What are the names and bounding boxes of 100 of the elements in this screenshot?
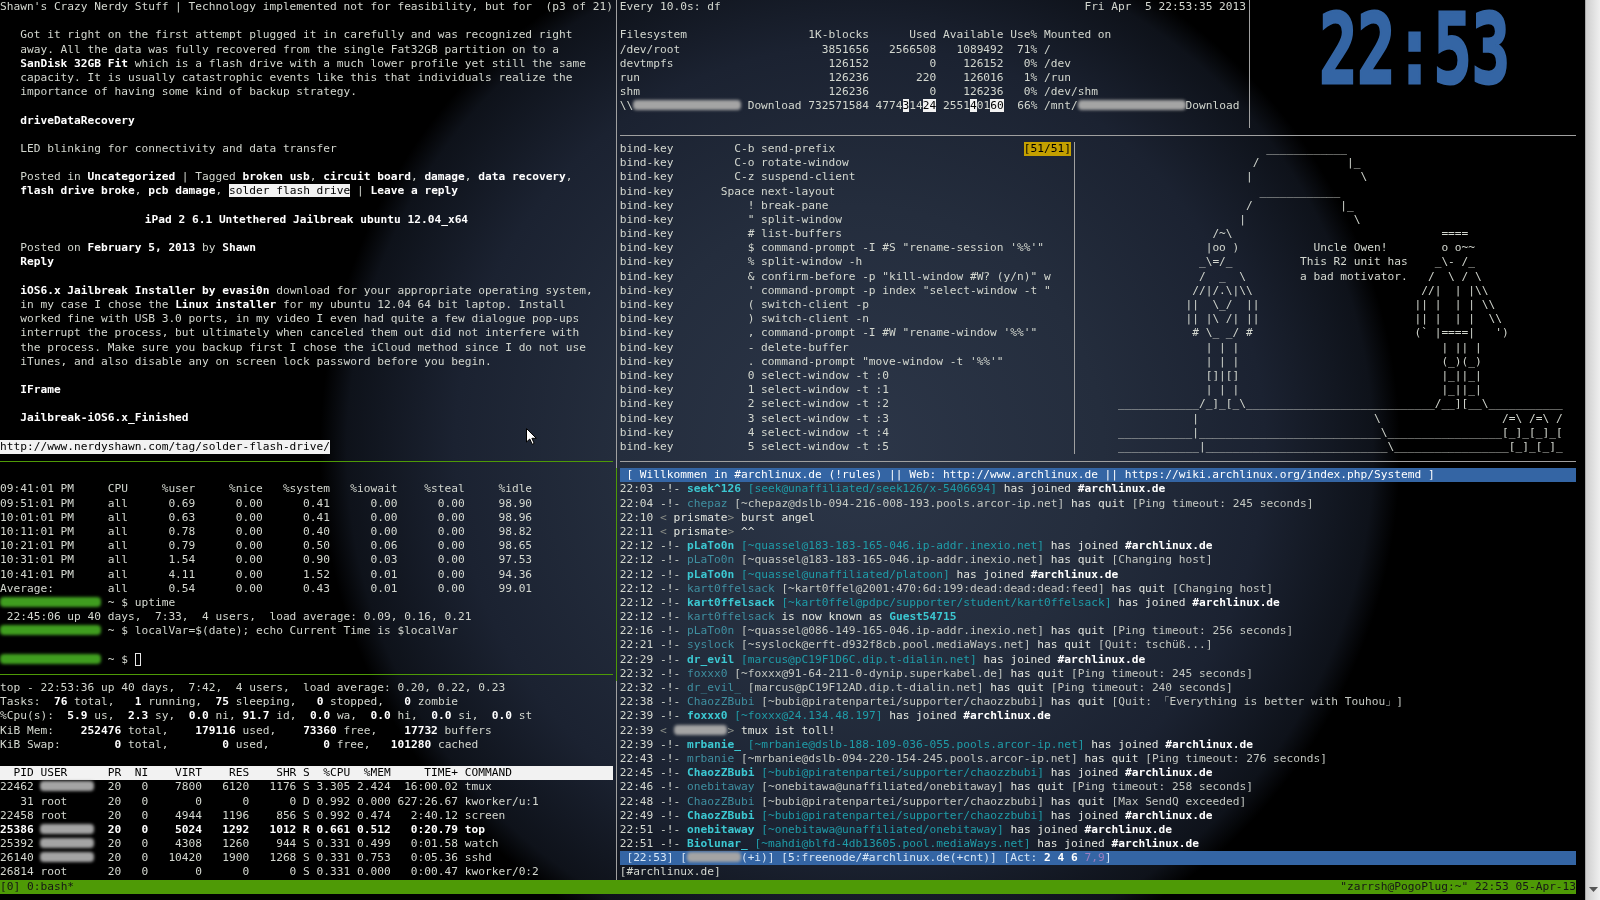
key-binding-line: bind-key C-o rotate-window: [619, 156, 849, 171]
ascii-art-line: ___________|___________________________\_________________[_]_[_]_[: [1118, 425, 1563, 439]
df-output-line: shm 126236 0 126236 0% /dev/shm: [619, 85, 1098, 99]
page-number: (p3 of 21): [545, 0, 613, 15]
article-paragraph: Posted on February 5, 2013 by Shawn Reply: [20, 241, 256, 270]
shell-line: 10:41:01 PM all 4.11 0.00 1.52 0.01 0.00 94.36: [0, 567, 533, 581]
df-output-line: devtmpfs 126152 0 126152 0% /dev: [619, 56, 1071, 70]
terminal-text: 22:39 <: [619, 723, 668, 737]
key-binding-line: bind-key 5 select-window -t :5: [619, 439, 890, 455]
shell-line: 10:31:01 PM all 1.54 0.00 0.90 0.03 0.00 97.53: [0, 553, 533, 567]
table-header-row: PID USER PR NI VIRT RES SHR S %CPU %MEM TIME+ COMMAND: [0, 766, 613, 781]
terminal-text: 20 0 7800 6120 1176 S 3.305 2.424 16:00.02 tmux: [106, 780, 492, 794]
chat-message: 22:51 -!- onebitaway [~onebitawa@unaffiliated/onebitaway] has joined #archlinux.de: [619, 822, 1173, 836]
watch-command: Every 10.0s: df: [619, 0, 721, 15]
key-binding-line: bind-key - delete-buffer: [619, 340, 849, 355]
chat-message: 22:10 < prismate> burst angel: [619, 510, 816, 524]
scrollbar[interactable]: [1585, 0, 1600, 900]
ascii-art-line: / |_: [1252, 156, 1361, 170]
key-binding-line: bind-key 3 select-window -t :3: [619, 411, 890, 426]
chat-message: 22:16 -!- pLaTo0n [~quassel@086-149-165-046.ip-addr.inexio.net] has quit [Ping timeout: 256 seconds]: [619, 624, 1294, 638]
terminal-text: 25386: [0, 822, 35, 836]
ascii-art-line: | \: [1239, 212, 1361, 226]
ascii-art-line: /~\ ====: [1212, 227, 1469, 241]
ascii-art-line: | \: [1246, 170, 1368, 184]
terminal-text: ~ $ localVar=$(date); echo Current Time is $localVar: [106, 624, 458, 638]
shell-line: 22:45:06 up 40 days, 7:33, 4 users, load average: 0.09, 0.16, 0.21: [5, 610, 472, 624]
key-binding-line: bind-key . command-prompt "move-window -t '%%'": [619, 354, 1004, 369]
key-binding-line: bind-key & confirm-before -p "kill-window #W? (y/n)" w: [619, 269, 1051, 284]
top-summary-line: KiB Mem: 252476 total, 179116 used, 73360 free, 17732 buffers: [0, 723, 492, 738]
mouse-pointer-icon: [526, 428, 537, 445]
process-row: 22458 root 20 0 4944 1196 856 S 0.992 0.474 2:40.12 screen: [0, 808, 506, 822]
shell-line: 09:41:01 PM CPU %user %nice %system %iowait %steal %idle: [0, 482, 533, 496]
terminal-text: 20 0 5024 1292 1012 R 0.661 0.512 0:20.79 top: [106, 822, 485, 836]
chat-message: 22:12 -!- kart0ffelsack [~kart0ffel@pdpc/supporter/student/kart0ffelsack] has joined #archlinux.de: [619, 595, 1280, 609]
shell-line: 10:11:01 PM all 0.78 0.00 0.40 0.00 0.00 98.82: [0, 524, 533, 538]
chat-message: 22:48 -!- ChaozZBubi [~bubi@piratenpartei/supporter/chaozzbubi] has quit [Max SendQ exceeded]: [619, 794, 1247, 808]
chat-message: 22:12 -!- pLaTo0n [~quassel@183-183-165-046.ip-addr.inexio.net] has quit [Changing host]: [619, 553, 1213, 567]
article-subheading: IFrame: [20, 383, 61, 398]
link[interactable]: solder flash drive: [229, 184, 351, 198]
ascii-art-line: || \_/ || || | | | \\: [1185, 298, 1496, 312]
key-binding-line: bind-key Space next-layout: [619, 184, 836, 199]
article-heading: iPad 2 6.1 Untethered Jailbreak ubuntu 12.04_x64: [144, 212, 469, 227]
ascii-art-line: | \ /=\ /=\ /: [1192, 411, 1563, 425]
top-summary-line: top - 22:53:36 up 40 days, 7:42, 4 users, load average: 0.20, 0.22, 0.23: [0, 681, 506, 696]
article-paragraph: Got it right on the first attempt plugged it in carefully and was recognized right away. All the data was fully recovered from the single Fat32GB partition on to a SanDisk 32GB Fit which is a flash drive with a much lower profile yet still the same capacity. It is usually catastrophic events like this that individuals realize the importance of having some kind of backup strategy.: [20, 28, 586, 100]
channel-prompt: [#archlinux.de]: [619, 865, 721, 879]
key-binding-line: bind-key , command-prompt -I #W "rename-window '%%'": [619, 326, 1038, 341]
watch-timestamp: Fri Apr 5 22:53:35 2013: [1084, 0, 1247, 15]
terminal-text: \\: [619, 99, 634, 113]
article-subheading: driveDataRecovery: [20, 113, 135, 128]
chat-message: 22:32 -!- foxxx0 [~foxxx@91-64-211-0-dynip.superkabel.de] has quit [Ping timeout: 245 seconds]: [619, 666, 1253, 680]
df-output-line: Filesystem 1K-blocks Used Available Use% Mounted on: [619, 28, 1112, 42]
top-summary-line: Tasks: 76 total, 1 running, 75 sleeping, 0 stopped, 0 zombie: [0, 695, 459, 710]
process-row: 26814 root 20 0 0 0 0 S 0.331 0.000 0:00.47 kworker/0:2: [0, 865, 539, 879]
channel-topic: [ Willkommen in #archlinux.de (!rules) || Web: http://www.archlinux.de || https://wiki.archlinux.org/index.php/Systemd ]: [619, 468, 1577, 483]
terminal-text: [22:53] [: [626, 851, 687, 865]
top-summary-line: KiB Swap: 0 total, 0 used, 0 free, 101280 cached: [0, 737, 479, 752]
chat-message: 22:39 -!- foxxx0 [~foxxx@24.134.48.197] has joined #archlinux.de: [619, 709, 1051, 723]
cursor-icon: [134, 652, 142, 666]
ascii-art-line: ____________/_]_[_\____________________________/__][__\___________: [1118, 397, 1563, 411]
chat-message: 22:12 -!- kart0ffelsack [~kart0ffel@2001:470:6d:199:dead:dead:dead:feed] has quit [Changing host]: [619, 581, 1274, 595]
ascii-art-line: || |\ /| || || | | | \\: [1185, 312, 1502, 326]
chat-message: 22:04 -!- chepaz [~chepaz@dslb-094-216-008-193.pools.arcor-ip.net] has quit [Ping timeout: 245 seconds]: [619, 496, 1314, 510]
article-paragraph: Posted in Uncategorized | Tagged broken usb, circuit board, damage, data recovery, flash drive broke, pcb damage, solder flash drive | Leave a reply: [20, 170, 573, 199]
status-right-text: "zarrsh@PogoPlug:~" 22:53 05-Apr-13: [1340, 879, 1577, 894]
key-binding-line: bind-key $ command-prompt -I #S "rename-session '%%'": [619, 241, 1044, 256]
key-binding-line: bind-key C-b send-prefix: [619, 142, 836, 157]
key-binding-line: bind-key ) switch-client -n: [619, 312, 869, 327]
article-paragraph: iOS6.x Jailbreak Installer by evasi0n download for your appropriate operating system, in my case I chose the Linux installer for my ubuntu 12.04 64 bit laptop. Install worked fine with USB 3.0 ports, in my video I even had quite a few dialogue pop-ups interrupt the process, but ultimately when canceled them out did not interfere with the process. Make sure you backup first I chose the iCloud method since I do not use iTunes, and also disable any on screen lock password before you begin.: [20, 283, 593, 369]
df-output-line: /dev/root 3851656 2566508 1089492 71% /: [619, 42, 1051, 56]
terminal-text: 26140: [0, 851, 35, 865]
shell-line: 10:21:01 PM all 0.79 0.00 0.50 0.06 0.00 98.65: [0, 539, 533, 553]
article-subheading: Jailbreak-iOS6.x_Finished: [20, 411, 189, 426]
shell-line: 09:51:01 PM all 0.69 0.00 0.41 0.00 0.00 98.90: [0, 496, 533, 510]
ascii-art-line: | | | | || |: [1205, 340, 1482, 354]
chat-message: 22:45 -!- ChaozZBubi [~bubi@piratenpartei/supporter/chaozzbubi] has joined #archlinux.de: [619, 766, 1213, 780]
chat-message: 22:12 -!- kart0ffelsack is now known as Guest54715: [619, 610, 957, 624]
key-binding-line: bind-key ' command-prompt -p index "select-window -t ": [619, 283, 1051, 299]
ascii-art-line: ____________|___________________________\_________________[_]_[_]_: [1118, 439, 1563, 453]
ascii-art-line: | | | |_||_|: [1205, 383, 1482, 397]
terminal-text: 22462: [0, 780, 35, 794]
ascii-art-line: ____________: [1259, 184, 1341, 198]
chat-message: 22:11 < prismate> ^^: [619, 524, 755, 538]
ascii-art-line: []|[] |_||_|: [1205, 369, 1482, 382]
terminal-text: (+i)] [5:freenode/#archlinux.de(+cnt)] [Act: 2 4 6 7,9]: [740, 851, 1112, 865]
terminal-text: ~ $ uptime: [106, 595, 176, 609]
key-binding-line: bind-key 4 select-window -t :4: [619, 425, 890, 440]
key-binding-line: bind-key # list-buffers: [619, 227, 842, 242]
chat-message: 22:12 -!- pLaTo0n [~quassel@unaffiliated/platoon] has joined #archlinux.de: [619, 567, 1119, 581]
ascii-art-line: # \_ _/ # (` |====| '): [1192, 326, 1509, 340]
chat-message: 22:46 -!- onebitaway [~onebitawa@unaffiliated/onebitaway] has quit [Ping timeout: 258 seconds]: [619, 780, 1253, 794]
key-binding-line: bind-key C-z suspend-client: [619, 170, 856, 185]
key-binding-line: bind-key 1 select-window -t :1: [619, 383, 890, 398]
shell-line: 10:01:01 PM all 0.63 0.00 0.41 0.00 0.00 98.96: [0, 510, 533, 524]
key-binding-line: bind-key 0 select-window -t :0: [619, 369, 890, 384]
chat-message: 22:29 -!- dr_evil [marcus@pC19F1D6C.dip.t-dialin.net] has joined #archlinux.de: [619, 652, 1146, 666]
terminal-text: 20 0 4308 1260 944 S 0.331 0.499 0:01.58 watch: [106, 837, 499, 851]
chat-message: 22:49 -!- ChaozZBubi [~bubi@piratenpartei/supporter/chaozzbubi] has joined #archlinux.de: [619, 808, 1213, 822]
terminal-text: 20 0 10420 1900 1268 S 0.331 0.753 0:05.36 sshd: [106, 851, 492, 865]
terminal-text: 25392: [0, 837, 35, 851]
